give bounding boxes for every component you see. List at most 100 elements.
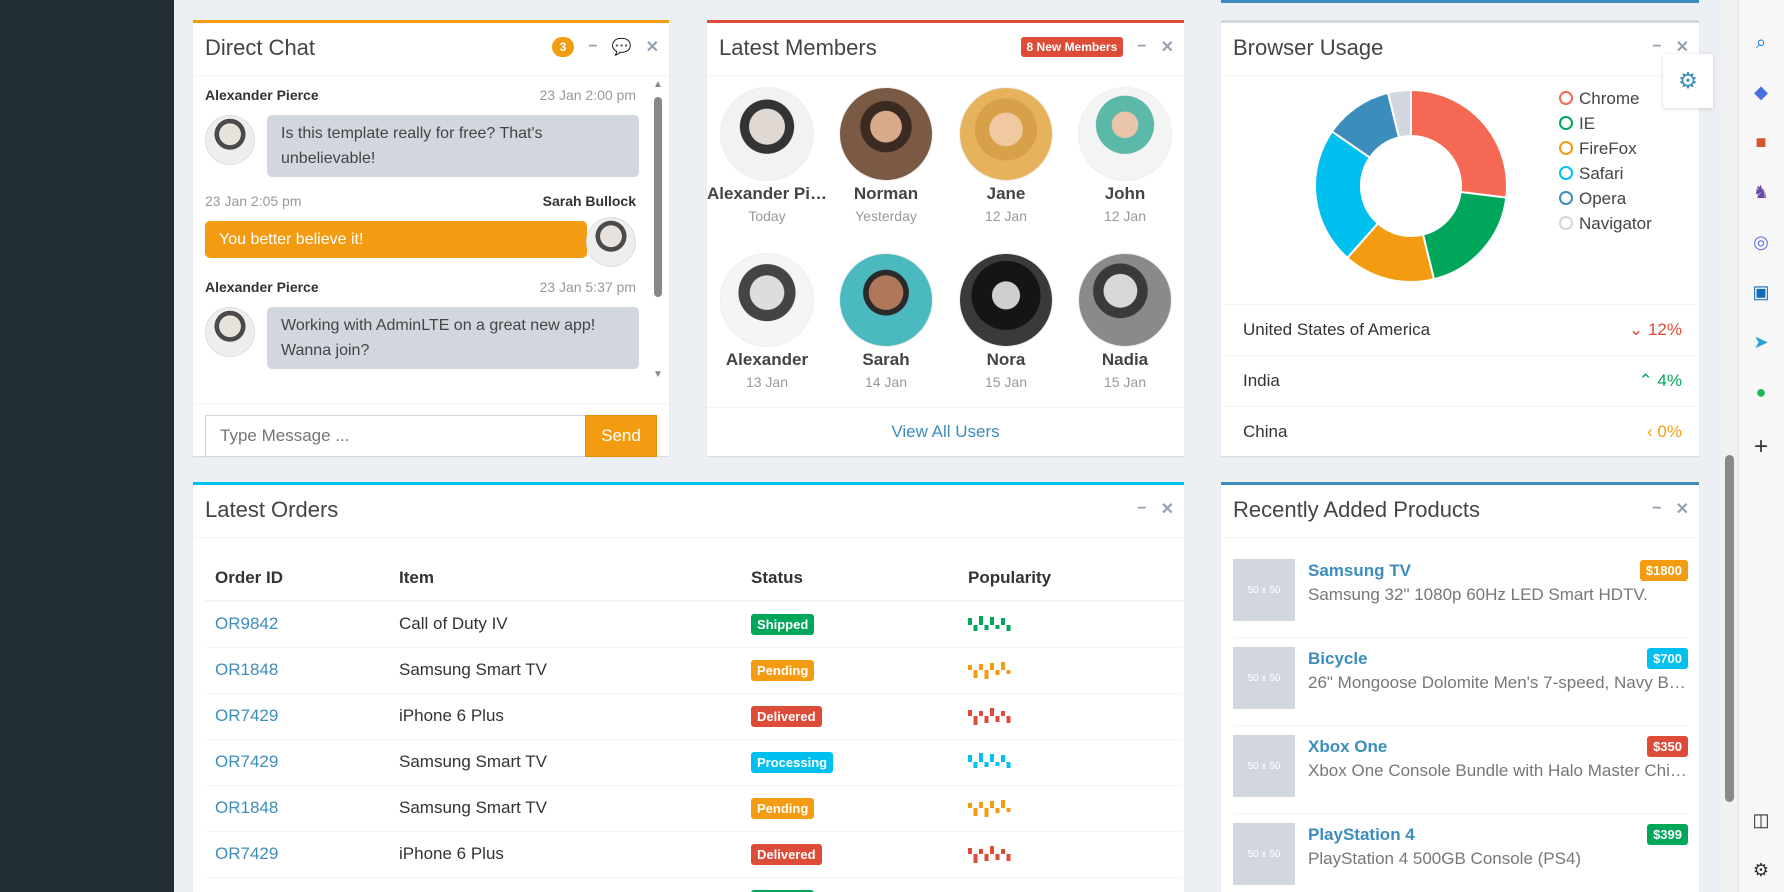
member-avatar[interactable]	[839, 253, 933, 347]
member-name[interactable]: Nadia	[1065, 350, 1185, 370]
member-name[interactable]: Nora	[946, 350, 1066, 370]
close-icon[interactable]: ✕	[1161, 499, 1174, 519]
browser-usage-box: Browser Usage − ✕ Chrome IE FireFox Safa…	[1221, 20, 1700, 457]
view-all-users-link[interactable]: View All Users	[707, 407, 1184, 456]
outlook-icon[interactable]: ▣	[1749, 280, 1773, 304]
scroll-up-icon[interactable]: ▲	[653, 79, 663, 90]
member-avatar[interactable]	[839, 87, 933, 181]
member-name[interactable]: Norman	[826, 184, 946, 204]
copilot-icon[interactable]: ◎	[1749, 230, 1773, 254]
member-avatar[interactable]	[1078, 87, 1172, 181]
orders-table: Order ID Item Status Popularity OR9842 Ca…	[205, 555, 1183, 892]
member-avatar[interactable]	[959, 253, 1053, 347]
comments-icon[interactable]: 💬	[612, 37, 632, 57]
member-avatar[interactable]	[959, 87, 1053, 181]
scroll-down-icon[interactable]: ▼	[653, 369, 663, 380]
close-icon[interactable]: ✕	[1161, 37, 1174, 57]
scroll-thumb[interactable]	[654, 97, 662, 297]
circle-icon	[1559, 91, 1573, 105]
circle-icon	[1559, 166, 1573, 180]
order-id-link[interactable]: OR1848	[215, 660, 278, 679]
member-card[interactable]: John 12 Jan	[1065, 87, 1185, 224]
change-value: 4%	[1657, 371, 1682, 390]
member-name[interactable]: Sarah	[826, 350, 946, 370]
legend-item: IE	[1559, 114, 1595, 134]
order-id-cell: OR9842	[205, 876, 389, 892]
member-date: 12 Jan	[1103, 208, 1147, 224]
legend-label: IE	[1579, 114, 1596, 133]
member-name[interactable]: John	[1065, 184, 1185, 204]
order-id-link[interactable]: OR7429	[215, 844, 278, 863]
page-scrollbar[interactable]	[1721, 0, 1738, 892]
member-name[interactable]: Jane	[946, 184, 1066, 204]
member-name[interactable]: Alexander	[707, 350, 827, 370]
settings-icon[interactable]: ⚙	[1749, 858, 1773, 882]
order-id-link[interactable]: OR1848	[215, 798, 278, 817]
donut-slice-chrome[interactable]	[1410, 88, 1508, 199]
message-input[interactable]	[205, 415, 587, 457]
sparkline-chart	[968, 846, 1011, 864]
close-icon[interactable]: ✕	[1676, 499, 1689, 519]
order-item-cell: Samsung Smart TV	[389, 784, 741, 831]
member-avatar[interactable]	[720, 253, 814, 347]
briefcase-icon[interactable]: ■	[1749, 130, 1773, 154]
member-card[interactable]: Alexander 13 Jan	[707, 253, 827, 390]
gear-icon[interactable]: ⚙	[1663, 54, 1713, 108]
order-id-link[interactable]: OR7429	[215, 706, 278, 725]
country-change: ⌃ 4%	[1638, 371, 1682, 391]
country-row[interactable]: China ‹ 0%	[1221, 406, 1700, 457]
order-item-cell: iPhone 6 Plus	[389, 692, 741, 739]
tag-icon[interactable]: ◆	[1749, 80, 1773, 104]
direct-chat-title: Direct Chat	[205, 35, 316, 60]
order-id-link[interactable]: OR9842	[215, 614, 278, 633]
telegram-icon[interactable]: ➤	[1749, 330, 1773, 354]
country-row[interactable]: India ⌃ 4%	[1221, 355, 1700, 406]
product-item: 50 x 50 Bicycle 26" Mongoose Dolomite Me…	[1233, 638, 1688, 726]
donut-slice-ie[interactable]	[1421, 190, 1508, 281]
product-title-link[interactable]: Bicycle	[1308, 649, 1368, 669]
member-card[interactable]: Nora 15 Jan	[946, 253, 1066, 390]
order-item-cell: iPhone 6 Plus	[389, 830, 741, 877]
change-value: 12%	[1647, 320, 1682, 339]
member-card[interactable]: Sarah 14 Jan	[826, 253, 946, 390]
order-id-cell: OR7429	[205, 738, 389, 785]
page-scroll-thumb[interactable]	[1725, 455, 1734, 802]
spotify-icon[interactable]: ●	[1749, 380, 1773, 404]
minimize-icon[interactable]: −	[1137, 38, 1146, 56]
product-item: 50 x 50 PlayStation 4 PlayStation 4 500G…	[1233, 814, 1688, 892]
member-card[interactable]: Nadia 15 Jan	[1065, 253, 1185, 390]
member-name[interactable]: Alexander Pierce	[707, 184, 827, 204]
status-badge: Delivered	[751, 705, 822, 727]
product-item: 50 x 50 Xbox One Xbox One Console Bundle…	[1233, 726, 1688, 814]
chat-bubble: You better believe it!	[205, 221, 587, 258]
close-icon[interactable]: ✕	[646, 37, 659, 57]
sidebar-icon[interactable]: ◫	[1749, 808, 1773, 832]
chat-scrollbar[interactable]: ▲ ▼	[652, 79, 664, 389]
send-button[interactable]: Send	[585, 415, 657, 457]
minimize-icon[interactable]: −	[1652, 500, 1661, 518]
order-id-link[interactable]: OR7429	[215, 752, 278, 771]
minimize-icon[interactable]: −	[1137, 500, 1146, 518]
order-status-cell: Shipped	[741, 876, 958, 892]
product-description: PlayStation 4 500GB Console (PS4)	[1308, 849, 1582, 868]
minimize-icon[interactable]: −	[1652, 38, 1661, 56]
member-avatar[interactable]	[720, 87, 814, 181]
country-row[interactable]: United States of America ⌄ 12%	[1221, 304, 1700, 355]
member-avatar[interactable]	[1078, 253, 1172, 347]
table-row: OR9842Call of Duty IVShipped	[205, 876, 1183, 892]
product-title-link[interactable]: PlayStation 4	[1308, 825, 1415, 845]
column-header: Status	[741, 555, 958, 602]
add-icon[interactable]: +	[1749, 435, 1773, 459]
order-status-cell: Processing	[741, 738, 958, 785]
chat-footer: Send	[193, 403, 669, 457]
member-card[interactable]: Alexander Pierce Today	[707, 87, 827, 224]
member-card[interactable]: Norman Yesterday	[826, 87, 946, 224]
minimize-icon[interactable]: −	[588, 38, 597, 56]
chess-icon[interactable]: ♞	[1749, 180, 1773, 204]
product-title-link[interactable]: Samsung TV	[1308, 561, 1411, 581]
member-card[interactable]: Jane 12 Jan	[946, 87, 1066, 224]
chat-messages: Alexander Pierce 23 Jan 2:00 pm Is this …	[193, 77, 669, 407]
product-title-link[interactable]: Xbox One	[1308, 737, 1387, 757]
search-icon[interactable]: ⌕	[1749, 30, 1773, 54]
top-box-edge	[1221, 0, 1699, 3]
